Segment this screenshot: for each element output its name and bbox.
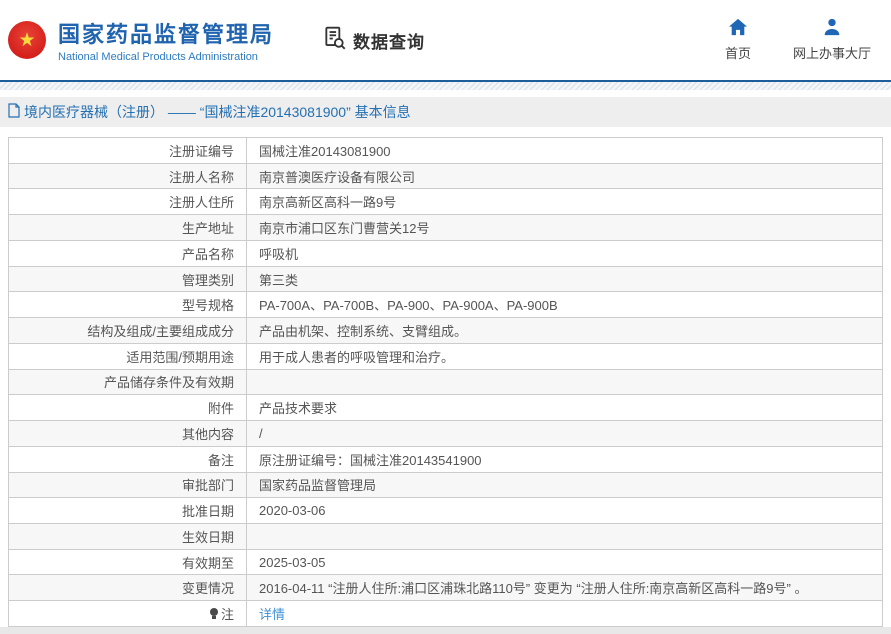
breadcrumb-text: 境内医疗器械（注册） —— “国械注准20143081900” 基本信息 bbox=[24, 102, 411, 122]
row-label: 生产地址 bbox=[9, 215, 247, 240]
page-header: ★ 国家药品监督管理局 National Medical Products Ad… bbox=[0, 0, 891, 80]
row-value: 南京普澳医疗设备有限公司 bbox=[247, 164, 882, 189]
row-label: 审批部门 bbox=[9, 473, 247, 498]
table-row: 产品储存条件及有效期 bbox=[9, 370, 882, 396]
table-row: 产品名称呼吸机 bbox=[9, 241, 882, 267]
table-row: 适用范围/预期用途用于成人患者的呼吸管理和治疗。 bbox=[9, 344, 882, 370]
home-icon bbox=[728, 18, 748, 43]
org-name-cn: 国家药品监督管理局 bbox=[58, 17, 274, 49]
row-value: 南京市浦口区东门曹营关12号 bbox=[247, 215, 882, 240]
row-label: 附件 bbox=[9, 395, 247, 420]
row-value: 产品由机架、控制系统、支臂组成。 bbox=[247, 318, 882, 343]
doc-search-icon bbox=[322, 25, 353, 56]
row-label: 型号规格 bbox=[9, 292, 247, 317]
row-label: 注 bbox=[9, 601, 247, 626]
row-label: 有效期至 bbox=[9, 550, 247, 575]
row-value: 南京高新区高科一路9号 bbox=[247, 189, 882, 214]
row-value: PA-700A、PA-700B、PA-900、PA-900A、PA-900B bbox=[247, 292, 882, 317]
table-row: 注册证编号国械注准20143081900 bbox=[9, 138, 882, 164]
org-name-en: National Medical Products Administration bbox=[58, 51, 274, 63]
nav-home[interactable]: 首页 bbox=[725, 18, 751, 62]
row-value: 2025-03-05 bbox=[247, 550, 882, 575]
row-value bbox=[247, 524, 882, 549]
row-label: 注册证编号 bbox=[9, 138, 247, 163]
row-label: 备注 bbox=[9, 447, 247, 472]
table-row: 注详情 bbox=[9, 601, 882, 626]
nav-data-query[interactable]: 数据查询 bbox=[322, 25, 425, 56]
table-row: 注册人住所南京高新区高科一路9号 bbox=[9, 189, 882, 215]
table-row: 管理类别第三类 bbox=[9, 267, 882, 293]
nav-service-hall-label: 网上办事大厅 bbox=[793, 43, 871, 62]
info-table: 注册证编号国械注准20143081900注册人名称南京普澳医疗设备有限公司注册人… bbox=[8, 137, 883, 627]
header-hatch-band bbox=[0, 82, 891, 90]
table-row: 有效期至2025-03-05 bbox=[9, 550, 882, 576]
row-value: 2016-04-11 “注册人住所:浦口区浦珠北路110号” 变更为 “注册人住… bbox=[247, 575, 882, 600]
nav-home-label: 首页 bbox=[725, 43, 751, 62]
breadcrumb: 境内医疗器械（注册） —— “国械注准20143081900” 基本信息 bbox=[0, 97, 891, 127]
row-value: 呼吸机 bbox=[247, 241, 882, 266]
row-label: 注册人住所 bbox=[9, 189, 247, 214]
detail-link[interactable]: 详情 bbox=[259, 604, 285, 623]
footer-strip bbox=[0, 627, 891, 634]
org-names: 国家药品监督管理局 National Medical Products Admi… bbox=[58, 17, 274, 63]
table-row: 结构及组成/主要组成成分产品由机架、控制系统、支臂组成。 bbox=[9, 318, 882, 344]
table-row: 变更情况2016-04-11 “注册人住所:浦口区浦珠北路110号” 变更为 “… bbox=[9, 575, 882, 601]
row-value bbox=[247, 370, 882, 395]
table-row: 型号规格PA-700A、PA-700B、PA-900、PA-900A、PA-90… bbox=[9, 292, 882, 318]
row-label: 管理类别 bbox=[9, 267, 247, 292]
row-label: 生效日期 bbox=[9, 524, 247, 549]
table-row: 其他内容/ bbox=[9, 421, 882, 447]
row-label: 产品名称 bbox=[9, 241, 247, 266]
row-value: 国械注准20143081900 bbox=[247, 138, 882, 163]
row-label: 变更情况 bbox=[9, 575, 247, 600]
table-row: 批准日期2020-03-06 bbox=[9, 498, 882, 524]
row-value: 产品技术要求 bbox=[247, 395, 882, 420]
row-label: 适用范围/预期用途 bbox=[9, 344, 247, 369]
document-icon bbox=[8, 103, 24, 121]
row-label: 注册人名称 bbox=[9, 164, 247, 189]
nav-service-hall[interactable]: 网上办事大厅 bbox=[793, 18, 871, 62]
table-row: 备注原注册证编号：国械注准20143541900 bbox=[9, 447, 882, 473]
row-value: / bbox=[247, 421, 882, 446]
row-value: 国家药品监督管理局 bbox=[247, 473, 882, 498]
row-value: 2020-03-06 bbox=[247, 498, 882, 523]
row-value: 用于成人患者的呼吸管理和治疗。 bbox=[247, 344, 882, 369]
table-row: 生产地址南京市浦口区东门曹营关12号 bbox=[9, 215, 882, 241]
row-label: 批准日期 bbox=[9, 498, 247, 523]
bulb-icon bbox=[210, 608, 218, 616]
row-label: 产品储存条件及有效期 bbox=[9, 370, 247, 395]
row-value: 第三类 bbox=[247, 267, 882, 292]
person-icon bbox=[822, 18, 842, 43]
table-row: 审批部门国家药品监督管理局 bbox=[9, 473, 882, 499]
nav-data-query-label: 数据查询 bbox=[353, 28, 425, 53]
table-row: 附件产品技术要求 bbox=[9, 395, 882, 421]
row-value: 原注册证编号：国械注准20143541900 bbox=[247, 447, 882, 472]
table-row: 生效日期 bbox=[9, 524, 882, 550]
table-row: 注册人名称南京普澳医疗设备有限公司 bbox=[9, 164, 882, 190]
row-value[interactable]: 详情 bbox=[247, 601, 882, 626]
row-label: 结构及组成/主要组成成分 bbox=[9, 318, 247, 343]
row-label: 其他内容 bbox=[9, 421, 247, 446]
site-logo[interactable]: ★ 国家药品监督管理局 National Medical Products Ad… bbox=[8, 17, 274, 63]
national-emblem-icon: ★ bbox=[8, 21, 46, 59]
